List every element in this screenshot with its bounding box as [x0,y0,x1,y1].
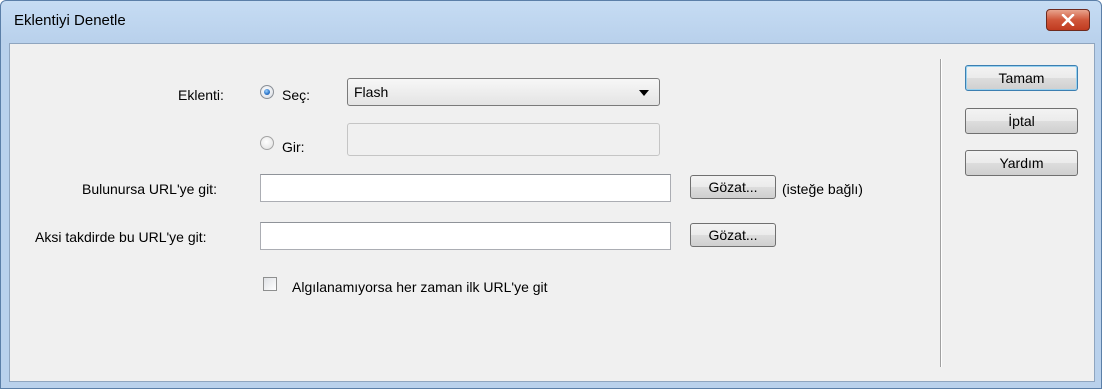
close-icon [1061,14,1075,26]
browse-found-url-button[interactable]: Gözat... [690,175,776,199]
choose-radio[interactable] [260,85,274,99]
plugin-select[interactable]: Flash [347,78,660,106]
title-bar[interactable]: Eklentiyi Denetle [1,1,1101,43]
radio-selected-dot [264,89,270,95]
window-title: Eklentiyi Denetle [14,12,126,29]
choose-label[interactable]: Seç: [282,87,310,103]
found-url-input[interactable] [260,174,671,202]
enter-label[interactable]: Gir: [282,139,305,155]
plugin-label: Eklenti: [178,87,224,103]
cancel-button[interactable]: İptal [965,108,1078,134]
optional-note: (isteğe bağlı) [782,181,863,197]
ok-button[interactable]: Tamam [965,65,1078,91]
browse-else-url-button[interactable]: Gözat... [690,223,776,247]
enter-radio[interactable] [260,136,274,150]
always-first-url-label[interactable]: Algılanamıyorsa her zaman ilk URL'ye git [292,279,548,295]
vertical-separator [940,59,942,367]
found-url-label: Bulunursa URL'ye git: [82,181,217,197]
chevron-down-icon [639,90,649,96]
else-url-input[interactable] [260,222,671,250]
always-first-url-checkbox[interactable] [263,277,277,291]
dialog-window: Eklentiyi Denetle Eklenti: Seç: Flash Gi… [0,0,1102,389]
close-button[interactable] [1046,9,1090,31]
plugin-select-value: Flash [354,84,389,100]
plugin-name-input[interactable] [347,123,660,156]
dialog-client-area: Eklenti: Seç: Flash Gir: Bulunursa URL'y… [9,43,1095,382]
help-button[interactable]: Yardım [965,150,1078,176]
else-url-label: Aksi takdirde bu URL'ye git: [35,229,207,245]
